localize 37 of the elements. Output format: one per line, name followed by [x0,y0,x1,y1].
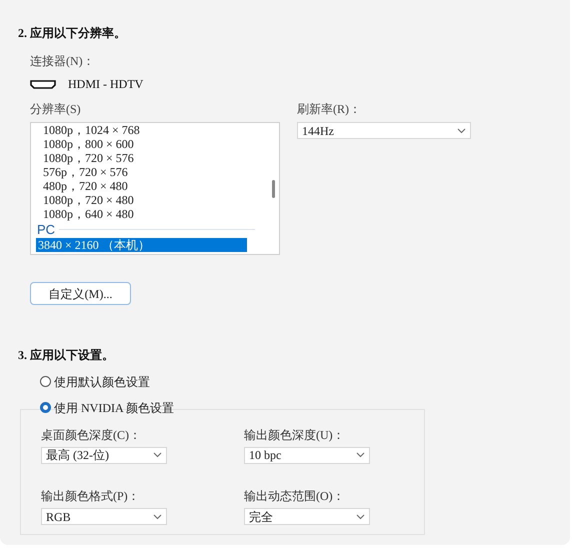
field-label: 桌面颜色深度(C)： [41,426,142,444]
field-label: 输出颜色深度(U)： [244,426,346,444]
group-header: PC [37,220,56,239]
chevron-down-icon [153,514,162,520]
field-label: 输出颜色格式(P)： [41,488,141,505]
chevron-down-icon [153,452,162,458]
resolution-label: 分辨率(S) [30,101,82,118]
radio-button[interactable] [40,376,51,387]
dropdown[interactable]: 144Hz [297,122,471,139]
scrollbar-thumb[interactable] [272,180,274,198]
list-item[interactable]: 1080p，800 × 600 [31,137,267,151]
dropdown[interactable]: RGB [41,508,167,525]
dropdown[interactable]: 最高 (32-位) [41,446,167,464]
radio-label: 使用默认颜色设置 [54,374,150,390]
radio-label: 使用 NVIDIA 颜色设置 [54,400,174,416]
field-label: 输出动态范围(O)： [244,488,346,505]
chevron-down-icon [356,514,365,520]
list-item[interactable]: 3840 × 2160 （本机） [36,238,247,252]
list-item[interactable]: 576p，720 × 576 [31,165,267,179]
connector-name: HDMI - HDTV [68,76,144,93]
list-item[interactable]: 1080p，720 × 576 [31,151,267,165]
list-item[interactable]: 1080p，640 × 480 [31,207,267,221]
refresh-rate-label: 刷新率(R)： [297,101,362,118]
section-heading: 2. 应用以下分辨率。 [18,25,127,42]
connector-label: 连接器(N)： [30,53,96,70]
chevron-down-icon [356,452,365,458]
dropdown[interactable]: 10 bpc [244,446,370,464]
custom-button[interactable]: 自定义(M)... [30,282,131,305]
resolution-list[interactable]: 1080p，1024 × 768 1080p，800 × 600 1080p，720 × 576 576p，720 × 576 480p，720 × 480 1080p，720 × 480 1080p，640 × 480 PC 3840 × 2160 （本机） [30,122,280,255]
list-item[interactable]: 480p，720 × 480 [31,179,267,193]
radio-button[interactable] [40,402,51,413]
section-heading: 3. 应用以下设置。 [18,346,115,364]
dropdown[interactable]: 完全 [244,508,370,525]
hdmi-port-icon [30,80,56,88]
list-item[interactable]: 1080p，720 × 480 [31,193,267,207]
chevron-down-icon [457,128,466,134]
list-item[interactable]: 1080p，1024 × 768 [31,123,267,137]
